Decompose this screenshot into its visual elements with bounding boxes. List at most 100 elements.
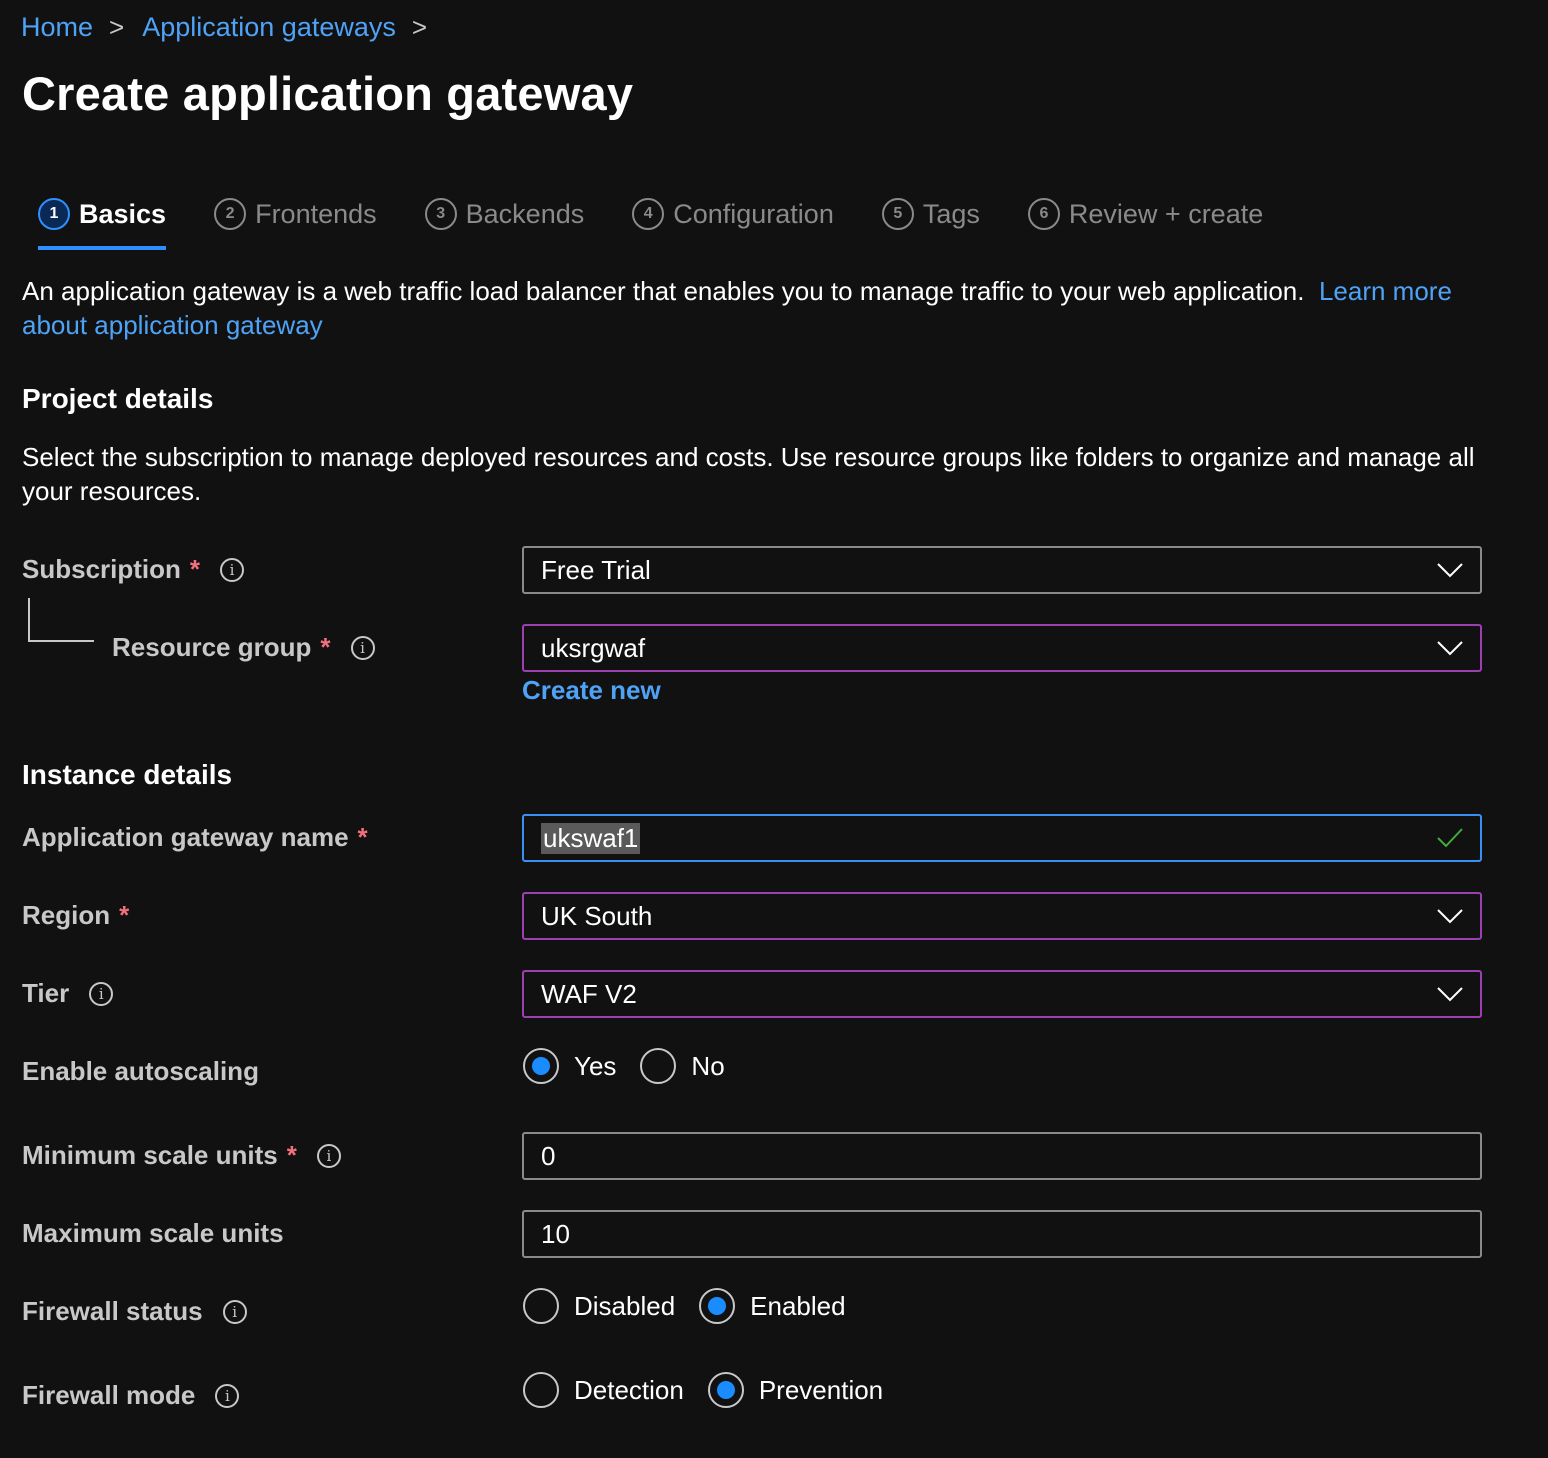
tab-label: Review + create xyxy=(1068,198,1264,229)
gateway-name-label: Application gateway name * xyxy=(22,822,368,853)
chevron-down-icon xyxy=(1437,641,1463,656)
tree-connector xyxy=(28,598,94,642)
radio-button-checked[interactable] xyxy=(707,1372,744,1408)
radio-label: No xyxy=(691,1050,725,1081)
step-number-badge: 4 xyxy=(632,198,665,230)
step-number-badge: 6 xyxy=(1027,198,1060,230)
required-marker: * xyxy=(286,1140,297,1170)
gateway-name-input[interactable]: ukswaf1 xyxy=(522,814,1482,862)
radio-label: Disabled xyxy=(574,1290,676,1321)
firewall-status-enabled-option[interactable]: Enabled xyxy=(699,1288,846,1324)
firewall-mode-radio-group: Detection Prevention xyxy=(523,1372,907,1408)
region-label: Region * xyxy=(22,900,129,931)
firewall-status-label-text: Firewall status xyxy=(22,1296,203,1326)
radio-button-checked[interactable] xyxy=(523,1048,559,1084)
required-marker: * xyxy=(189,554,201,584)
minimum-scale-units-value: 0 xyxy=(541,1140,556,1171)
subscription-label: Subscription * i xyxy=(22,554,245,585)
chevron-down-icon xyxy=(1437,987,1463,1002)
info-icon[interactable]: i xyxy=(350,635,375,660)
maximum-scale-units-input[interactable]: 10 xyxy=(522,1210,1482,1258)
radio-label: Enabled xyxy=(750,1290,846,1321)
radio-button[interactable] xyxy=(523,1372,559,1408)
firewall-status-label: Firewall status i xyxy=(22,1296,247,1327)
resource-group-label: Resource group * i xyxy=(112,632,375,663)
chevron-down-icon xyxy=(1437,563,1463,578)
maximum-scale-units-label-text: Maximum scale units xyxy=(22,1218,284,1248)
step-number-badge: 3 xyxy=(424,198,457,230)
info-icon[interactable]: i xyxy=(89,981,114,1006)
step-number-badge: 5 xyxy=(881,198,914,230)
info-icon[interactable]: i xyxy=(316,1143,341,1168)
autoscaling-radio-group: Yes No xyxy=(523,1048,749,1084)
resource-group-label-text: Resource group xyxy=(112,632,312,662)
radio-label: Detection xyxy=(574,1374,684,1405)
gateway-name-value: ukswaf1 xyxy=(541,822,641,854)
breadcrumb-separator: > xyxy=(109,12,125,42)
wizard-tabs: 1 Basics 2 Frontends 3 Backends 4 Config… xyxy=(38,190,1311,250)
firewall-mode-prevention-option[interactable]: Prevention xyxy=(707,1372,884,1408)
autoscaling-label: Enable autoscaling xyxy=(22,1056,259,1087)
info-icon[interactable]: i xyxy=(220,557,245,582)
tab-configuration[interactable]: 4 Configuration xyxy=(632,190,834,238)
tab-label: Backends xyxy=(465,198,585,229)
radio-button[interactable] xyxy=(640,1048,677,1084)
required-marker: * xyxy=(320,632,331,662)
breadcrumb-separator: > xyxy=(411,12,428,42)
autoscaling-no-option[interactable]: No xyxy=(640,1048,725,1084)
create-new-resource-group-link[interactable]: Create new xyxy=(522,675,661,706)
radio-label: Yes xyxy=(574,1050,617,1081)
firewall-mode-detection-option[interactable]: Detection xyxy=(523,1372,684,1408)
firewall-mode-label: Firewall mode i xyxy=(22,1380,240,1411)
tab-basics[interactable]: 1 Basics xyxy=(38,190,167,250)
tab-label: Basics xyxy=(79,198,167,229)
tier-label: Tier i xyxy=(22,978,114,1009)
subscription-label-text: Subscription xyxy=(22,554,181,584)
resource-group-dropdown[interactable]: uksrgwaf xyxy=(522,624,1482,672)
checkmark-icon xyxy=(1437,828,1463,848)
project-details-description: Select the subscription to manage deploy… xyxy=(22,442,1475,506)
required-marker: * xyxy=(119,900,130,930)
tab-backends[interactable]: 3 Backends xyxy=(424,190,585,238)
instance-details-heading: Instance details xyxy=(22,759,233,790)
breadcrumb: Home > Application gateways > xyxy=(21,12,445,43)
info-icon[interactable]: i xyxy=(222,1299,247,1324)
required-marker: * xyxy=(357,822,368,852)
gateway-name-label-text: Application gateway name xyxy=(22,822,349,852)
firewall-status-radio-group: Disabled Enabled xyxy=(523,1288,870,1324)
resource-group-value: uksrgwaf xyxy=(541,632,646,663)
region-label-text: Region xyxy=(22,900,111,930)
region-dropdown[interactable]: UK South xyxy=(522,892,1482,940)
minimum-scale-units-label: Minimum scale units * i xyxy=(22,1140,341,1171)
subscription-dropdown[interactable]: Free Trial xyxy=(522,546,1482,594)
step-number-badge: 2 xyxy=(214,198,247,230)
autoscaling-label-text: Enable autoscaling xyxy=(22,1056,259,1086)
project-details-heading: Project details xyxy=(22,383,214,414)
intro-paragraph: An application gateway is a web traffic … xyxy=(22,274,1482,342)
info-icon[interactable]: i xyxy=(215,1383,240,1408)
tab-review-create[interactable]: 6 Review + create xyxy=(1027,190,1264,238)
tab-label: Configuration xyxy=(673,198,834,229)
tab-label: Tags xyxy=(922,198,980,229)
page-title: Create application gateway xyxy=(22,67,634,120)
minimum-scale-units-label-text: Minimum scale units xyxy=(22,1140,278,1170)
radio-button-checked[interactable] xyxy=(699,1288,736,1324)
tab-frontends[interactable]: 2 Frontends xyxy=(214,190,377,238)
tab-tags[interactable]: 5 Tags xyxy=(881,190,980,238)
breadcrumb-application-gateways-link[interactable]: Application gateways xyxy=(142,12,396,43)
tab-label: Frontends xyxy=(255,198,377,229)
intro-text: An application gateway is a web traffic … xyxy=(22,276,1305,306)
firewall-status-disabled-option[interactable]: Disabled xyxy=(523,1288,675,1324)
subscription-value: Free Trial xyxy=(541,554,651,585)
breadcrumb-home-link[interactable]: Home xyxy=(21,12,93,43)
radio-label: Prevention xyxy=(758,1374,884,1405)
maximum-scale-units-label: Maximum scale units xyxy=(22,1218,284,1249)
minimum-scale-units-input[interactable]: 0 xyxy=(522,1132,1482,1180)
chevron-down-icon xyxy=(1437,909,1463,924)
radio-button[interactable] xyxy=(523,1288,559,1324)
tier-label-text: Tier xyxy=(22,978,70,1008)
autoscaling-yes-option[interactable]: Yes xyxy=(523,1048,616,1084)
tier-dropdown[interactable]: WAF V2 xyxy=(522,970,1482,1018)
region-value: UK South xyxy=(541,900,653,931)
maximum-scale-units-value: 10 xyxy=(541,1218,570,1249)
